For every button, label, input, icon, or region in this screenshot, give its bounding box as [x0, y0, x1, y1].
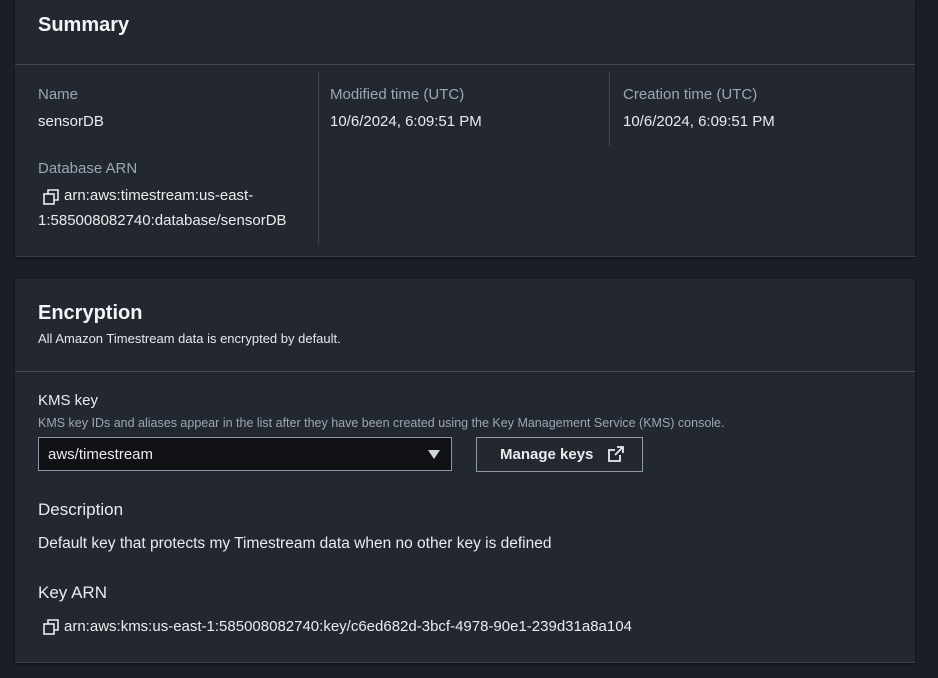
caret-down-icon: [428, 450, 440, 459]
encryption-subtitle: All Amazon Timestream data is encrypted …: [38, 331, 341, 346]
key-arn-label: Key ARN: [38, 583, 107, 602]
column-divider: [609, 72, 610, 146]
summary-title: Summary: [38, 14, 130, 36]
kms-key-label: KMS key: [38, 392, 99, 409]
encryption-title: Encryption: [38, 302, 143, 324]
copy-icon[interactable]: [43, 619, 59, 635]
external-link-icon: [608, 446, 624, 462]
database-arn-line2: 1:585008082740:database/sensorDB: [38, 212, 287, 229]
creation-time-label: Creation time (UTC): [623, 86, 758, 103]
summary-header: Summary: [15, 0, 915, 65]
kms-key-description: KMS key IDs and aliases appear in the li…: [38, 416, 725, 430]
summary-panel: Summary Name sensorDB Database ARN arn:a…: [15, 0, 915, 257]
description-label: Description: [38, 500, 124, 519]
database-arn-line1: arn:aws:timestream:us-east-: [64, 187, 254, 204]
copy-icon[interactable]: [43, 189, 59, 205]
name-value: sensorDB: [38, 113, 104, 130]
database-arn-label: Database ARN: [38, 160, 138, 177]
modified-time-value: 10/6/2024, 6:09:51 PM: [330, 113, 482, 130]
creation-time-value: 10/6/2024, 6:09:51 PM: [623, 113, 775, 130]
manage-keys-button[interactable]: Manage keys: [476, 437, 643, 472]
modified-time-label: Modified time (UTC): [330, 86, 465, 103]
manage-keys-label: Manage keys: [500, 446, 594, 463]
name-label: Name: [38, 86, 79, 103]
description-value: Default key that protects my Timestream …: [38, 535, 552, 552]
encryption-panel: Encryption All Amazon Timestream data is…: [15, 279, 915, 663]
kms-key-select[interactable]: aws/timestream: [38, 437, 452, 471]
column-divider: [318, 72, 319, 244]
encryption-header: Encryption All Amazon Timestream data is…: [15, 279, 915, 372]
key-arn-value: arn:aws:kms:us-east-1:585008082740:key/c…: [64, 618, 632, 635]
kms-key-selected-value: aws/timestream: [48, 446, 154, 463]
